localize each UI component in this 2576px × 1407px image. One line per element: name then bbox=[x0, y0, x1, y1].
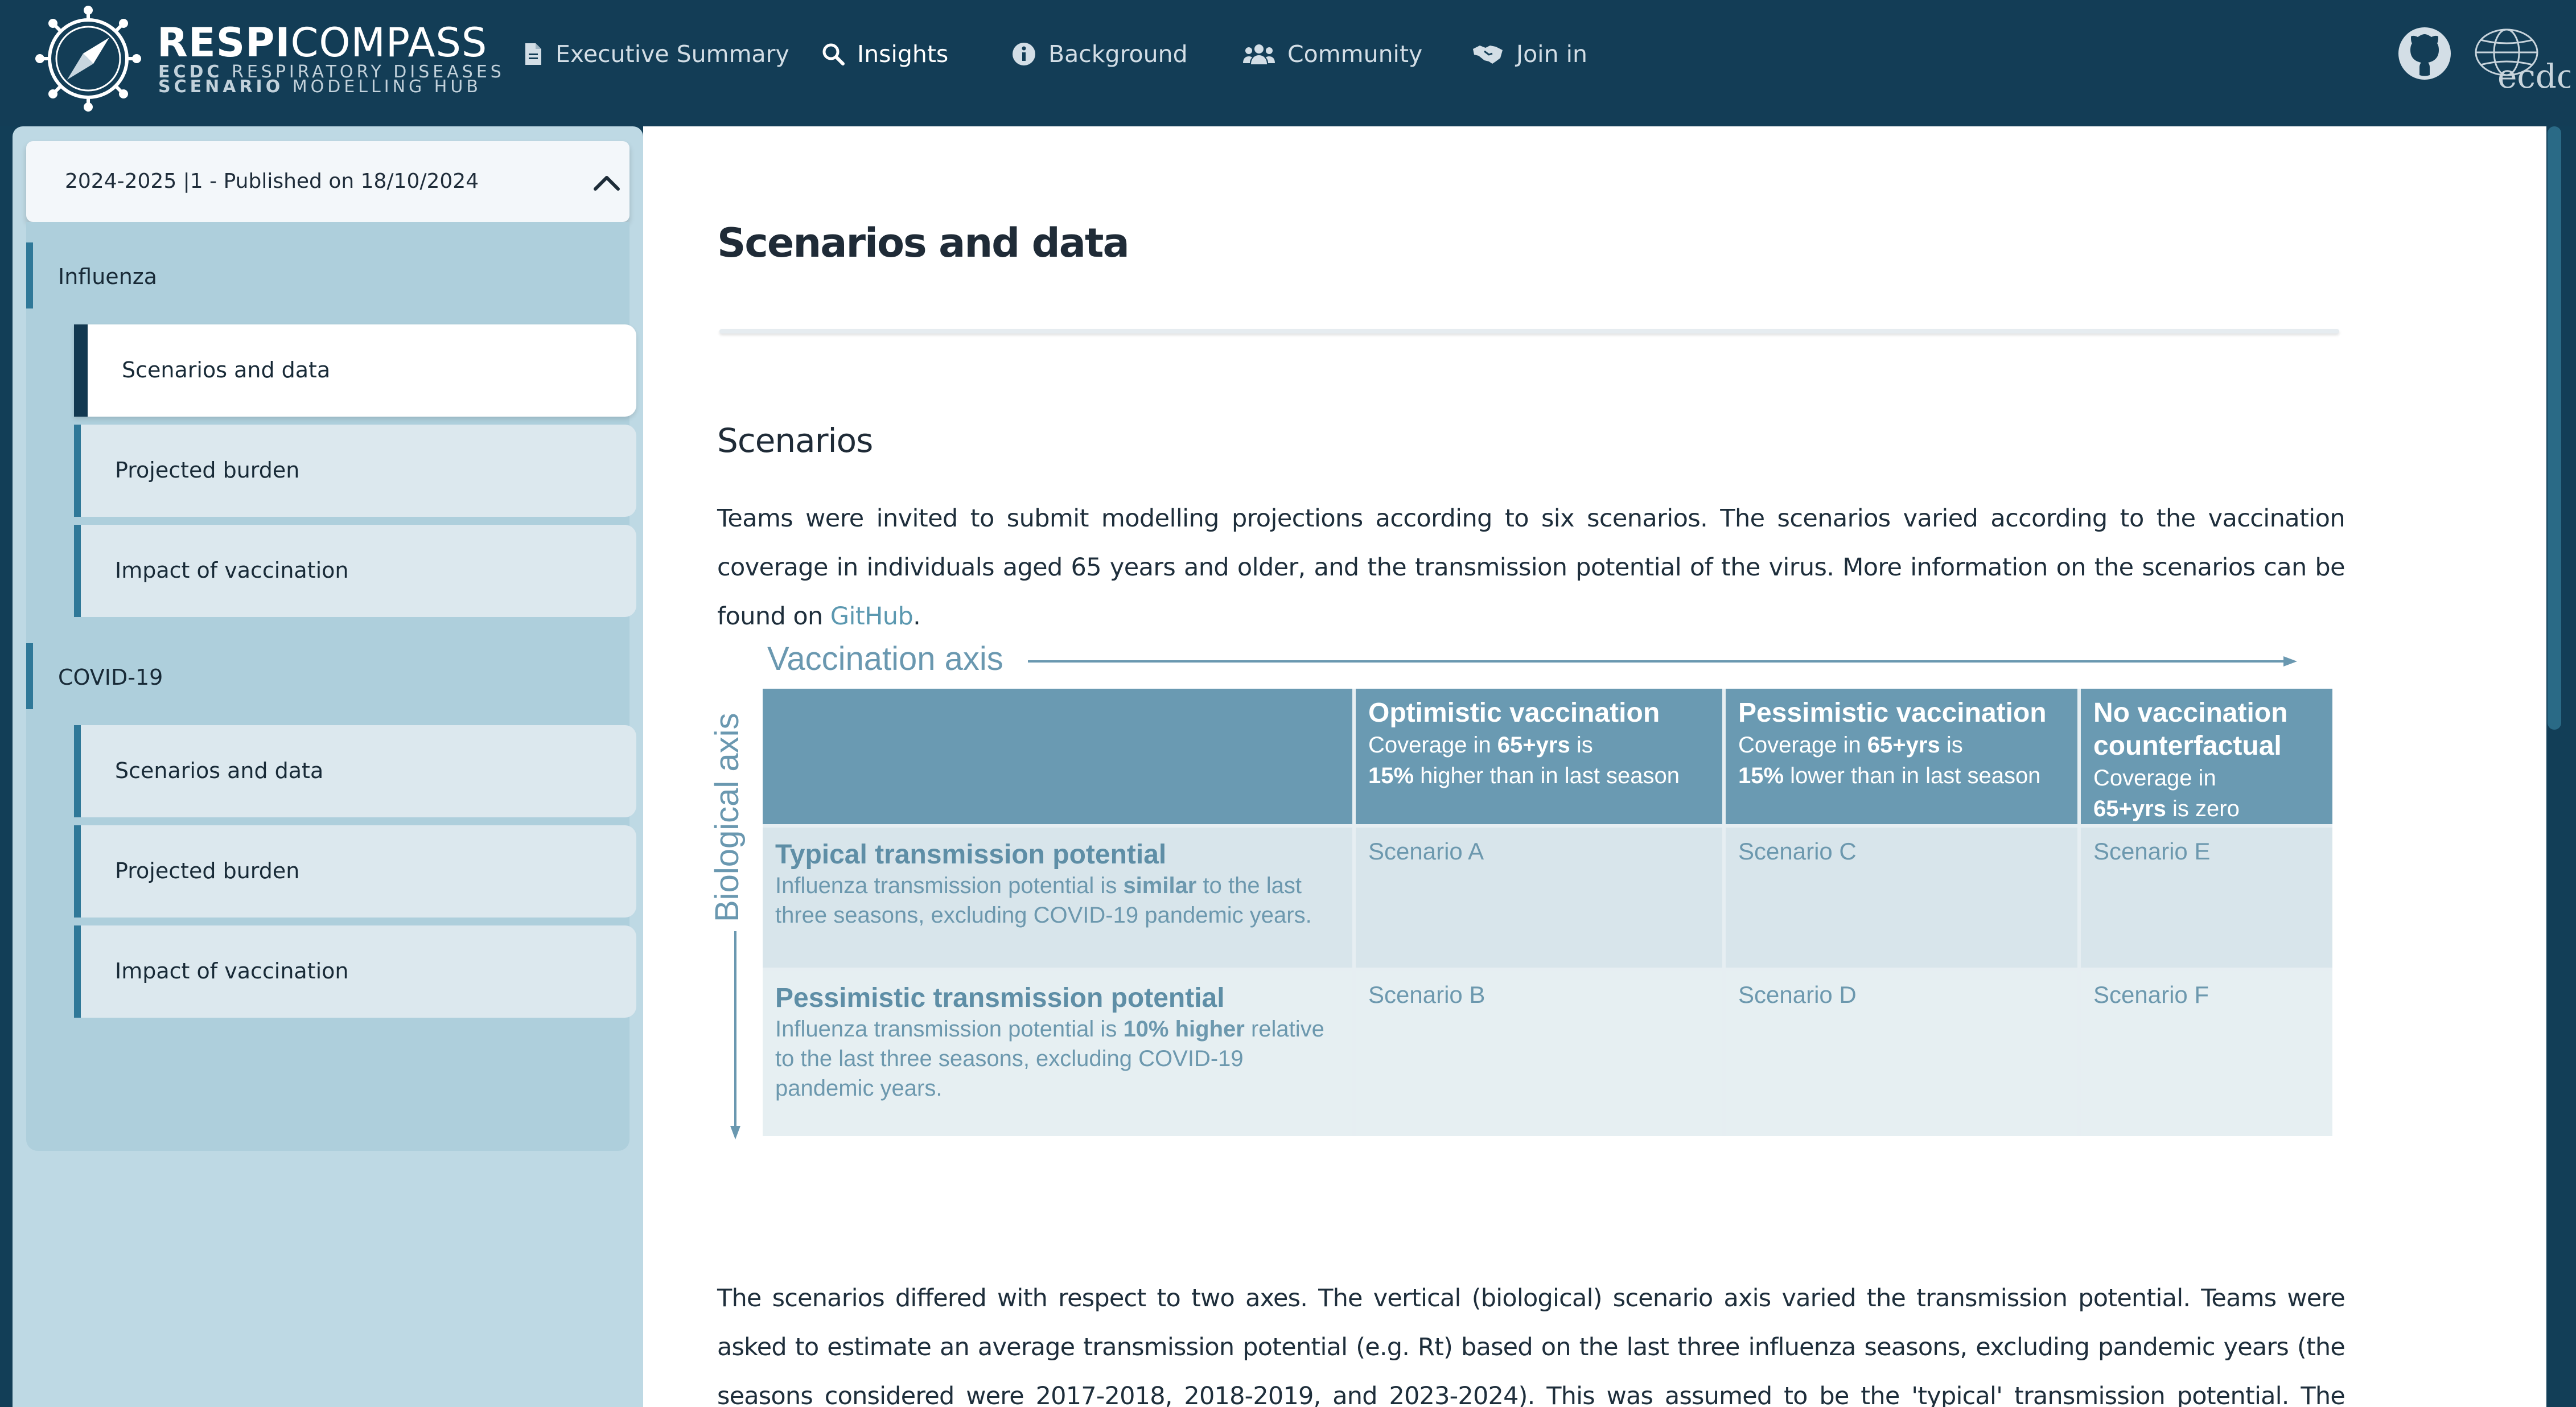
scenario-cell-d: Scenario D bbox=[1726, 971, 2077, 1136]
scenario-cell-c: Scenario C bbox=[1726, 828, 2077, 968]
chevron-up-icon[interactable] bbox=[590, 166, 624, 198]
biological-axis-label: Biological axis bbox=[708, 713, 746, 922]
nav-label: Insights bbox=[857, 40, 949, 68]
brand-subtitle-line2: SCENARIO MODELLING HUB bbox=[158, 77, 482, 97]
page-title: Scenarios and data bbox=[717, 220, 1130, 266]
scenarios-axes-paragraph: The scenarios differed with respect to t… bbox=[717, 1284, 2345, 1407]
nav-label: Background bbox=[1048, 40, 1188, 68]
nav-executive-summary[interactable]: Executive Summary bbox=[524, 34, 789, 74]
nav-label: Community bbox=[1287, 40, 1423, 68]
nav-insights[interactable]: Insights bbox=[822, 34, 948, 74]
respicompass-logo[interactable]: RESPICOMPASS ECDC RESPIRATORY DISEASES S… bbox=[34, 5, 501, 113]
version-dropdown[interactable]: 2024-2025 |1 - Published on 18/10/2024 bbox=[26, 141, 629, 222]
nav-label: Join in bbox=[1516, 40, 1587, 68]
document-icon bbox=[525, 43, 541, 65]
handshake-icon bbox=[1473, 46, 1503, 64]
sidebar-item-label: Impact of vaccination bbox=[115, 958, 349, 984]
svg-text:ecdc: ecdc bbox=[2497, 57, 2570, 94]
col-header-no-vaccination: No vaccination counterfactual Coverage i… bbox=[2081, 689, 2332, 824]
sidebar-item-label: Scenarios and data bbox=[115, 758, 324, 783]
scenario-cell-a: Scenario A bbox=[1356, 828, 1722, 968]
nav-community[interactable]: Community bbox=[1243, 34, 1422, 74]
scenario-cell-f: Scenario F bbox=[2081, 971, 2332, 1136]
github-link[interactable]: GitHub bbox=[830, 602, 913, 631]
version-label: 2024-2025 |1 - Published on 18/10/2024 bbox=[65, 170, 479, 193]
github-icon[interactable] bbox=[2396, 25, 2453, 82]
row-header-pessimistic-transmission: Pessimistic transmission potential Influ… bbox=[763, 971, 1352, 1136]
brand-title: RESPICOMPASS bbox=[157, 19, 488, 66]
sidebar-item-influenza-projected-burden[interactable]: Projected burden bbox=[74, 425, 636, 517]
sidebar-item-covid-impact-of-vaccination[interactable]: Impact of vaccination bbox=[74, 925, 636, 1018]
nav-join-in[interactable]: Join in bbox=[1472, 34, 1587, 74]
sidebar-group-label: COVID-19 bbox=[58, 665, 163, 690]
magnifier-icon bbox=[822, 43, 845, 65]
top-navbar: RESPICOMPASS ECDC RESPIRATORY DISEASES S… bbox=[0, 0, 2576, 126]
title-divider bbox=[719, 329, 2339, 334]
sidebar-group-covid-19[interactable]: COVID-19 bbox=[26, 643, 629, 709]
scenarios-intro-paragraph: Teams were invited to submit modelling p… bbox=[717, 504, 2345, 631]
matrix-corner-cell bbox=[763, 689, 1352, 824]
col-header-pessimistic-vaccination: Pessimistic vaccination Coverage in 65+y… bbox=[1726, 689, 2077, 824]
biological-axis-arrow bbox=[730, 931, 740, 1139]
sidebar-group-label: Influenza bbox=[58, 264, 158, 289]
sidebar: 2024-2025 |1 - Published on 18/10/2024 I… bbox=[13, 126, 643, 1407]
sidebar-item-covid-projected-burden[interactable]: Projected burden bbox=[74, 825, 636, 918]
sidebar-item-influenza-impact-of-vaccination[interactable]: Impact of vaccination bbox=[74, 525, 636, 617]
nav-label: Executive Summary bbox=[555, 40, 789, 68]
vaccination-axis-arrow bbox=[1028, 656, 2297, 667]
section-title-scenarios: Scenarios bbox=[717, 421, 873, 460]
info-icon bbox=[1013, 43, 1035, 65]
sidebar-item-label: Projected burden bbox=[115, 458, 300, 483]
ecdc-logo[interactable]: ecdc bbox=[2468, 20, 2570, 94]
sidebar-item-influenza-scenarios-and-data[interactable]: Scenarios and data bbox=[74, 324, 636, 417]
sidebar-group-influenza[interactable]: Influenza bbox=[26, 242, 629, 308]
scenario-cell-b: Scenario B bbox=[1356, 971, 1722, 1136]
compass-logo-icon bbox=[35, 6, 141, 112]
sidebar-item-covid-scenarios-and-data[interactable]: Scenarios and data bbox=[74, 725, 636, 817]
scenario-matrix: Optimistic vaccination Coverage in 65+yr… bbox=[763, 689, 2332, 1136]
sidebar-item-label: Projected burden bbox=[115, 858, 300, 883]
people-icon bbox=[1243, 44, 1275, 64]
vaccination-axis-label: Vaccination axis bbox=[767, 640, 1003, 677]
nav-background[interactable]: Background bbox=[1012, 34, 1188, 74]
row-header-typical-transmission: Typical transmission potential Influenza… bbox=[763, 828, 1352, 968]
sidebar-item-label: Scenarios and data bbox=[122, 357, 331, 382]
col-header-optimistic-vaccination: Optimistic vaccination Coverage in 65+yr… bbox=[1356, 689, 1722, 824]
scenario-cell-e: Scenario E bbox=[2081, 828, 2332, 968]
sidebar-item-label: Impact of vaccination bbox=[115, 558, 349, 583]
scrollbar-thumb[interactable] bbox=[2548, 126, 2561, 730]
